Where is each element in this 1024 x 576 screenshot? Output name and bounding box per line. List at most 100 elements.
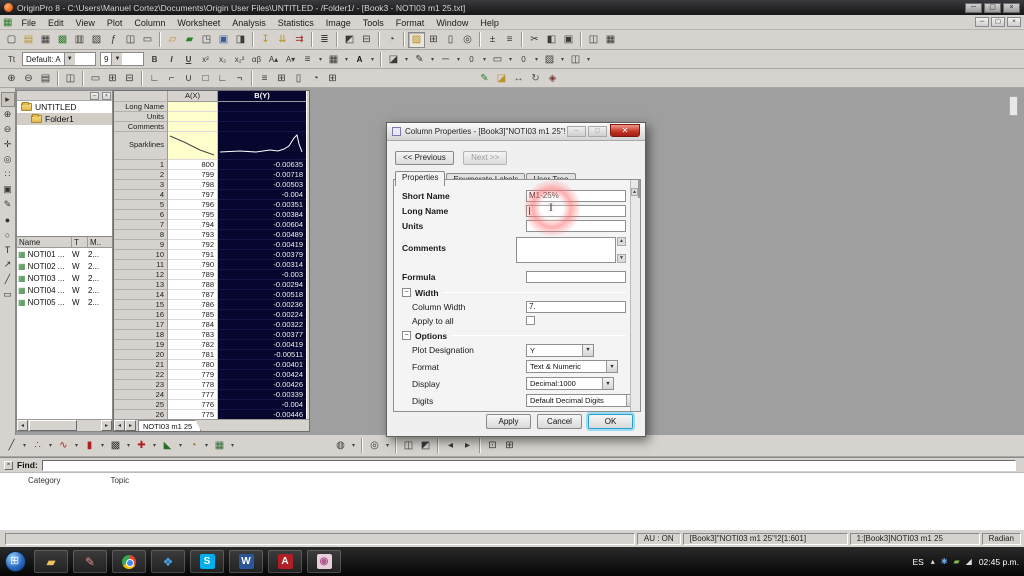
label-cell-a[interactable] — [168, 102, 218, 112]
greek-symbols[interactable]: αβ — [248, 51, 265, 67]
row-number[interactable]: 17 — [114, 320, 168, 330]
taskbar-skype[interactable]: S — [190, 550, 224, 573]
paste[interactable]: ▣ — [560, 32, 577, 48]
row-number[interactable]: 21 — [114, 360, 168, 370]
width-section-collapse-icon[interactable]: − — [402, 288, 411, 297]
tab-scroll-right-icon[interactable]: ▸ — [125, 420, 136, 431]
merge-cells[interactable]: ▭ — [87, 70, 104, 86]
axis-open-box[interactable]: ⌐ — [163, 70, 180, 86]
graph-ungroup[interactable]: ◎ — [366, 438, 383, 454]
menu-statistics[interactable]: Statistics — [272, 17, 320, 29]
previous-button[interactable]: << Previous — [395, 151, 454, 165]
fill-color[interactable]: ◪ — [385, 51, 402, 67]
cell-b[interactable]: -0.00511 — [218, 350, 306, 360]
cell-a[interactable]: 800 — [168, 160, 218, 170]
stock-plot-dropdown-icon[interactable]: ▾ — [150, 438, 159, 454]
cancel-button[interactable]: Cancel — [537, 414, 582, 429]
row-number[interactable]: 24 — [114, 390, 168, 400]
draw-tool[interactable]: ✎ — [476, 70, 493, 86]
taskbar-chrome[interactable] — [112, 550, 146, 573]
cell-a[interactable]: 787 — [168, 290, 218, 300]
cell-b[interactable]: -0.00503 — [218, 180, 306, 190]
menu-file[interactable]: File — [15, 17, 42, 29]
label-cell-b[interactable] — [218, 102, 306, 112]
language-indicator[interactable]: ES — [912, 557, 923, 567]
explorer-close-button[interactable]: × — [102, 92, 111, 100]
fill-pattern-dropdown-icon[interactable]: ▾ — [558, 51, 567, 67]
cell-b[interactable]: -0.003 — [218, 270, 306, 280]
file-list-header-name[interactable]: Name — [17, 237, 72, 247]
comments-input[interactable] — [516, 237, 616, 263]
open-sample[interactable]: ◳ — [198, 32, 215, 48]
mask-range-tool[interactable]: ● — [1, 212, 15, 227]
find-close-icon[interactable]: × — [4, 461, 13, 470]
row-number[interactable]: 10 — [114, 250, 168, 260]
border-width[interactable]: 0 — [515, 51, 532, 67]
cell-b[interactable]: -0.00224 — [218, 310, 306, 320]
pattern-color-dropdown-icon[interactable]: ▾ — [584, 51, 593, 67]
new-layout[interactable]: ◫ — [122, 32, 139, 48]
new-graph[interactable]: ▥ — [71, 32, 88, 48]
import-wizard[interactable]: ↧ — [257, 32, 274, 48]
sheet-tab[interactable]: NOTI03 m1 25 — [138, 420, 201, 431]
recalculate[interactable]: ≡ — [501, 32, 518, 48]
column-plot-dropdown-icon[interactable]: ▾ — [98, 438, 107, 454]
import-multiple-ascii[interactable]: ⇉ — [291, 32, 308, 48]
display-caret-icon[interactable]: ▼ — [602, 378, 613, 389]
cell-b[interactable]: -0.00419 — [218, 340, 306, 350]
cell-a[interactable]: 798 — [168, 180, 218, 190]
new-notes[interactable]: ▭ — [139, 32, 156, 48]
child-restore-button[interactable]: ▢ — [991, 17, 1005, 27]
data-selector-tool[interactable]: ∷ — [1, 167, 15, 182]
menu-image[interactable]: Image — [320, 17, 357, 29]
cell-b[interactable]: -0.00489 — [218, 230, 306, 240]
row-number[interactable]: 15 — [114, 300, 168, 310]
file-row[interactable]: ▦NOTI04 ...W2... — [17, 284, 112, 296]
cell-a[interactable]: 788 — [168, 280, 218, 290]
row-number[interactable]: 1 — [114, 160, 168, 170]
zoom-in-page[interactable]: ⊕ — [3, 70, 20, 86]
decrease-font[interactable]: A▾ — [282, 51, 299, 67]
corner-cell[interactable] — [114, 91, 168, 102]
axis-corner-left[interactable]: ∟ — [214, 70, 231, 86]
cell-b[interactable]: -0.00604 — [218, 220, 306, 230]
cell-a[interactable]: 781 — [168, 350, 218, 360]
scatter-plot[interactable]: ∴ — [29, 438, 46, 454]
cell-b[interactable]: -0.00401 — [218, 360, 306, 370]
swap-right[interactable]: ▸ — [459, 438, 476, 454]
cell-a[interactable]: 799 — [168, 170, 218, 180]
unmask-range-tool[interactable]: ○ — [1, 227, 15, 242]
find-input[interactable] — [42, 460, 1016, 471]
cell-b[interactable]: -0.00351 — [218, 200, 306, 210]
code-builder[interactable]: ◔ — [383, 32, 400, 48]
taskbar-adobe-reader[interactable]: A — [268, 550, 302, 573]
line-width-dropdown-icon[interactable]: ▾ — [480, 51, 489, 67]
start-button[interactable] — [5, 551, 26, 572]
template-library-dropdown-icon[interactable]: ▾ — [228, 438, 237, 454]
cell-b[interactable]: -0.00419 — [218, 240, 306, 250]
dialog-tab-properties[interactable]: Properties — [395, 171, 445, 186]
cell-b[interactable]: -0.00635 — [218, 160, 306, 170]
image-plot[interactable]: ▩ — [107, 438, 124, 454]
cell-b[interactable]: -0.004 — [218, 400, 306, 410]
dialog-close-button[interactable]: ✕ — [610, 124, 640, 137]
scroll-thumb[interactable] — [29, 420, 77, 431]
digits-select[interactable]: Default Decimal Digits ▼ — [526, 394, 638, 407]
menu-worksheet[interactable]: Worksheet — [171, 17, 226, 29]
display-select[interactable]: Decimal:1000 ▼ — [526, 377, 614, 390]
graph-group[interactable]: ◍ — [332, 438, 349, 454]
row-number[interactable]: 22 — [114, 370, 168, 380]
cell-a[interactable]: 794 — [168, 220, 218, 230]
cell-b[interactable]: -0.00718 — [218, 170, 306, 180]
help-category-header[interactable]: Category — [28, 476, 60, 485]
next-button[interactable]: Next >> — [463, 151, 507, 165]
menu-tools[interactable]: Tools — [357, 17, 390, 29]
format-caret-icon[interactable]: ▼ — [606, 361, 617, 372]
zoom-out-page[interactable]: ⊖ — [20, 70, 37, 86]
whole-page-view[interactable]: ▤ — [37, 70, 54, 86]
fill-pattern[interactable]: ▨ — [541, 51, 558, 67]
format-toggle[interactable]: ± — [484, 32, 501, 48]
cell-b[interactable]: -0.00379 — [218, 250, 306, 260]
cell-a[interactable]: 778 — [168, 380, 218, 390]
cell-a[interactable]: 789 — [168, 270, 218, 280]
